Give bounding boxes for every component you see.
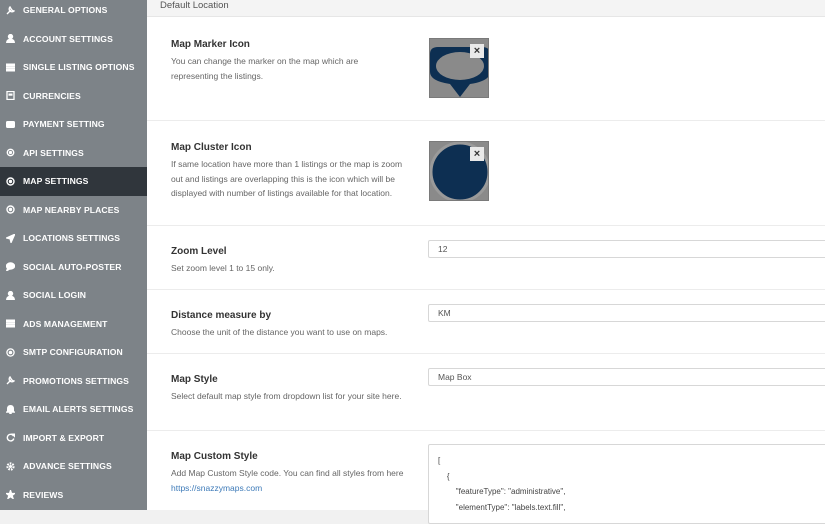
sidebar-item-single-listing-options[interactable]: SINGLE LISTING OPTIONS xyxy=(0,53,147,82)
sidebar-item-currencies[interactable]: CURRENCIES xyxy=(0,82,147,111)
sidebar-item-ads-management[interactable]: ADS MANAGEMENT xyxy=(0,310,147,339)
sidebar-item-label: ADS MANAGEMENT xyxy=(23,318,108,329)
cluster-icon-preview[interactable]: × xyxy=(429,141,489,201)
marker-icon-preview[interactable]: × xyxy=(429,38,489,98)
wrench-icon xyxy=(6,376,15,385)
sidebar-item-import-export[interactable]: IMPORT & EXPORT xyxy=(0,424,147,453)
sidebar-item-locations-settings[interactable]: LOCATIONS SETTINGS xyxy=(0,224,147,253)
sidebar: GENERAL OPTIONS ACCOUNT SETTINGS SINGLE LI… xyxy=(0,0,147,510)
user-icon xyxy=(6,290,15,300)
sidebar-item-map-nearby-places[interactable]: MAP NEARBY PLACES xyxy=(0,196,147,225)
at-icon xyxy=(6,348,15,357)
setting-description: Select default map style from dropdown l… xyxy=(171,391,402,401)
sidebar-item-label: IMPORT & EXPORT xyxy=(23,432,105,443)
setting-row-distance: Distance measure by Choose the unit of t… xyxy=(147,290,825,354)
section-header: Default Location xyxy=(147,0,825,17)
star-icon xyxy=(6,490,15,500)
location-arrow-icon xyxy=(6,233,15,243)
setting-description: Add Map Custom Style code. You can find … xyxy=(171,466,407,495)
sidebar-item-label: PROMOTIONS SETTINGS xyxy=(23,375,129,386)
sidebar-item-reviews[interactable]: REVIEWS xyxy=(0,481,147,510)
sidebar-item-smtp-configuration[interactable]: SMTP CONFIGURATION xyxy=(0,338,147,367)
setting-row-marker: Map Marker Icon You can change the marke… xyxy=(147,17,825,121)
card-icon xyxy=(6,120,15,129)
map-style-select[interactable]: Map Box xyxy=(428,368,825,386)
sidebar-item-payment-setting[interactable]: PAYMENT SETTING xyxy=(0,110,147,139)
sidebar-item-email-alerts-settings[interactable]: EMAIL ALERTS SETTINGS xyxy=(0,395,147,424)
sidebar-item-social-auto-poster[interactable]: SOCIAL AUTO-POSTER xyxy=(0,253,147,282)
setting-label: Map Style xyxy=(171,374,218,385)
setting-row-zoom: Zoom Level Set zoom level 1 to 15 only. … xyxy=(147,226,825,290)
list-icon xyxy=(6,63,15,72)
snazzymaps-link[interactable]: https://snazzymaps.com xyxy=(171,483,262,493)
bell-icon xyxy=(6,404,15,414)
sidebar-item-label: EMAIL ALERTS SETTINGS xyxy=(23,404,134,415)
wrench-icon xyxy=(6,5,15,15)
sidebar-item-general-options[interactable]: GENERAL OPTIONS xyxy=(0,0,147,25)
sidebar-item-label: API SETTINGS xyxy=(23,147,84,158)
sidebar-item-label: SOCIAL AUTO-POSTER xyxy=(23,261,122,272)
sidebar-item-label: SMTP CONFIGURATION xyxy=(23,347,123,358)
sidebar-item-label: LOCATIONS SETTINGS xyxy=(23,233,121,244)
setting-description: Choose the unit of the distance you want… xyxy=(171,327,388,337)
sidebar-item-advance-settings[interactable]: ADVANCE SETTINGS xyxy=(0,452,147,481)
main-content: Default Location Map Marker Icon You can… xyxy=(147,0,825,524)
gear-icon xyxy=(6,462,15,471)
code-line: "elementType": "labels.text.fill", xyxy=(438,502,566,512)
sidebar-item-label: MAP SETTINGS xyxy=(23,176,89,187)
setting-description: If same location have more than 1 listin… xyxy=(171,159,403,198)
sidebar-item-api-settings[interactable]: API SETTINGS xyxy=(0,139,147,168)
user-icon xyxy=(6,34,15,44)
setting-label: Zoom Level xyxy=(171,246,227,257)
sidebar-item-label: CURRENCIES xyxy=(23,90,81,101)
setting-row-cluster: Map Cluster Icon If same location have m… xyxy=(147,121,825,226)
refresh-icon xyxy=(6,433,15,442)
setting-label: Distance measure by xyxy=(171,310,272,321)
sidebar-item-label: ADVANCE SETTINGS xyxy=(23,461,112,472)
list-icon xyxy=(6,319,15,328)
chat-icon xyxy=(6,262,15,272)
custom-style-text: Add Map Custom Style code. You can find … xyxy=(171,468,404,478)
sidebar-item-account-settings[interactable]: ACCOUNT SETTINGS xyxy=(0,25,147,54)
remove-marker-button[interactable]: × xyxy=(470,44,484,58)
sidebar-item-label: SOCIAL LOGIN xyxy=(23,290,87,301)
setting-row-style: Map Style Select default map style from … xyxy=(147,354,825,431)
currency-icon xyxy=(6,91,15,101)
map-pin-icon xyxy=(6,177,15,186)
target-icon xyxy=(6,205,15,214)
sidebar-item-promotions-settings[interactable]: PROMOTIONS SETTINGS xyxy=(0,367,147,396)
sidebar-item-label: ACCOUNT SETTINGS xyxy=(23,33,113,44)
sidebar-item-label: GENERAL OPTIONS xyxy=(23,5,108,16)
custom-style-code-textarea[interactable]: [ { "featureType": "administrative", "el… xyxy=(428,444,825,524)
code-line: { xyxy=(438,471,450,481)
api-icon xyxy=(6,148,15,157)
setting-label: Map Marker Icon xyxy=(171,39,250,50)
sidebar-item-label: SINGLE LISTING OPTIONS xyxy=(23,62,135,73)
setting-label: Map Cluster Icon xyxy=(171,142,252,153)
sidebar-item-label: REVIEWS xyxy=(23,489,64,500)
setting-description: Set zoom level 1 to 15 only. xyxy=(171,263,275,273)
zoom-level-input[interactable]: 12 xyxy=(428,240,825,258)
setting-label: Map Custom Style xyxy=(171,451,258,462)
section-title: Default Location xyxy=(160,0,229,11)
sidebar-item-label: MAP NEARBY PLACES xyxy=(23,204,120,215)
code-line: [ xyxy=(438,456,441,465)
distance-unit-select[interactable]: KM xyxy=(428,304,825,322)
setting-description: You can change the marker on the map whi… xyxy=(171,56,359,81)
sidebar-item-map-settings[interactable]: MAP SETTINGS xyxy=(0,167,147,196)
sidebar-item-social-login[interactable]: SOCIAL LOGIN xyxy=(0,281,147,310)
remove-cluster-button[interactable]: × xyxy=(470,147,484,161)
sidebar-item-label: PAYMENT SETTING xyxy=(23,119,105,130)
code-line: "featureType": "administrative", xyxy=(438,487,566,496)
